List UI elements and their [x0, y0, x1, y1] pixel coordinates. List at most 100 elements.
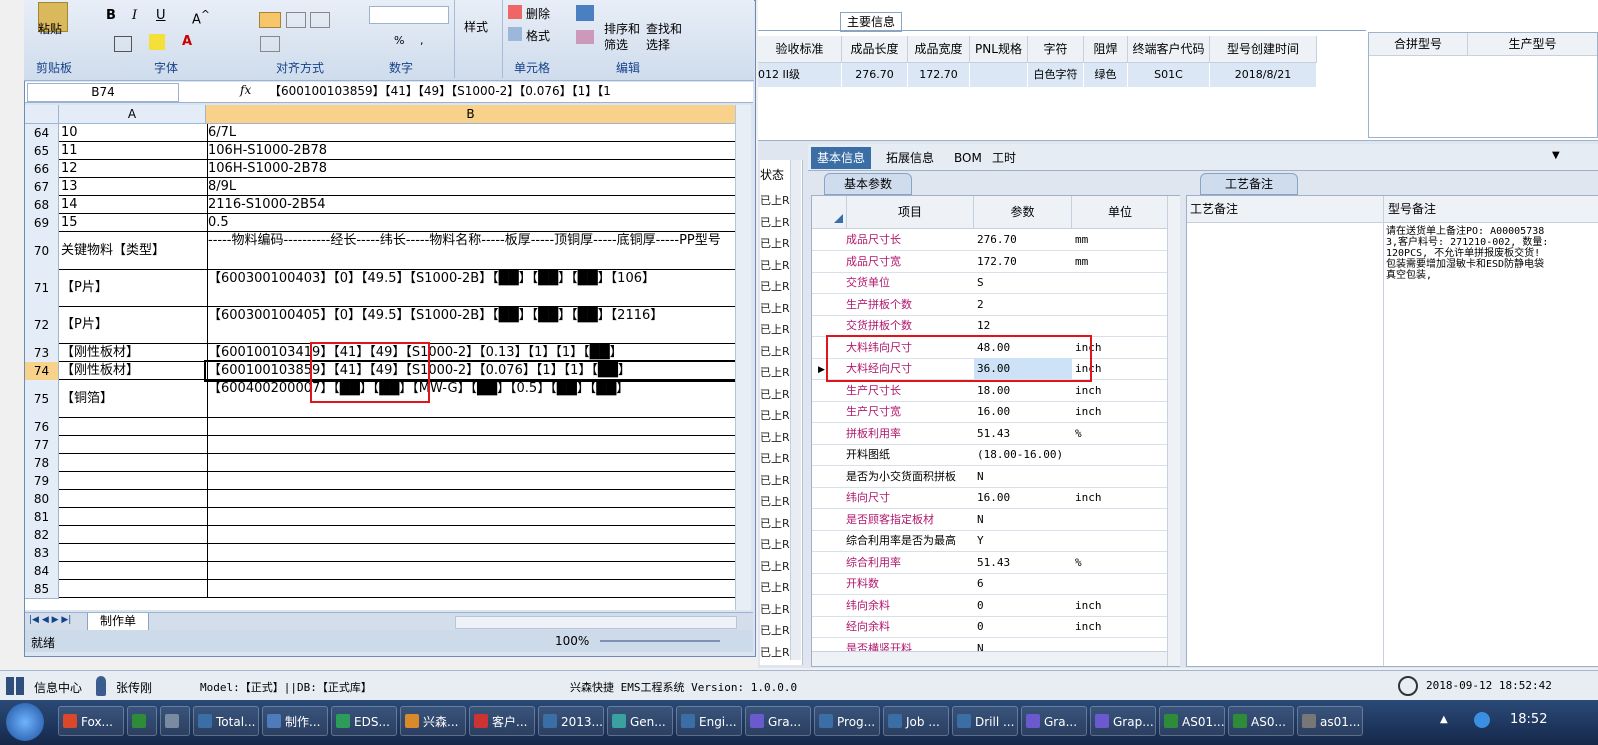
param-value[interactable]: 172.70	[974, 251, 1072, 272]
taskbar-item[interactable]: AS0...	[1228, 706, 1294, 736]
taskbar-item[interactable]	[127, 706, 157, 736]
param-value[interactable]: (18.00-16.00)	[974, 444, 1072, 465]
percent-icon[interactable]: %	[394, 34, 404, 47]
format-button[interactable]: 格式	[526, 27, 550, 44]
row-header[interactable]: 81	[25, 508, 59, 527]
param-row[interactable]: 生产拼板个数 2	[812, 294, 1167, 316]
row-header[interactable]: 85	[25, 580, 59, 599]
cell-b[interactable]	[206, 580, 736, 598]
row-header[interactable]: 84	[25, 562, 59, 581]
cell-a[interactable]: 12	[59, 160, 208, 178]
tab-extended-info[interactable]: 拓展信息	[880, 147, 940, 169]
cell-b[interactable]: 【600100103859】【41】【49】【S1000-2】【0.076】【1…	[204, 360, 738, 382]
param-row[interactable]: 纬向尺寸 16.00 inch	[812, 487, 1167, 509]
param-value[interactable]: 16.00	[974, 401, 1072, 422]
sheet-tab[interactable]: 制作单	[87, 613, 149, 631]
cell-a[interactable]	[59, 418, 208, 436]
row-header[interactable]: 73	[25, 344, 59, 363]
param-value[interactable]: 16.00	[974, 487, 1072, 508]
param-row[interactable]: 开料图纸 (18.00-16.00)	[812, 444, 1167, 466]
param-row[interactable]: 是否顾客指定板材 N	[812, 509, 1167, 531]
clear-icon[interactable]	[576, 30, 594, 44]
cell-a[interactable]	[59, 544, 208, 562]
param-value[interactable]: 0	[974, 616, 1072, 637]
param-row[interactable]: 成品尺寸宽 172.70 mm	[812, 251, 1167, 273]
tab-bom[interactable]: BOM	[948, 147, 988, 169]
row-header[interactable]: 64	[25, 124, 59, 143]
cell-a[interactable]	[59, 580, 208, 598]
underline-icon[interactable]: U	[156, 8, 166, 23]
fx-icon[interactable]: fx	[240, 83, 251, 97]
cell-a[interactable]: 【P片】	[59, 307, 208, 344]
column-header-b[interactable]: B	[206, 105, 735, 124]
param-value[interactable]: 2	[974, 294, 1072, 315]
start-button[interactable]	[6, 703, 44, 741]
fill-down-icon[interactable]	[576, 5, 594, 21]
style-button[interactable]: 样式	[464, 18, 488, 35]
column-header-a[interactable]: A	[59, 105, 206, 124]
cell-a[interactable]: 10	[59, 124, 208, 142]
main-info-tab[interactable]: 主要信息	[840, 12, 902, 32]
row-header[interactable]: 71	[25, 270, 59, 308]
select-all-corner[interactable]	[25, 105, 59, 124]
taskbar-item[interactable]: Grap...	[1090, 706, 1156, 736]
param-row[interactable]: 开料数 6	[812, 573, 1167, 595]
cell-b[interactable]: 8/9L	[206, 178, 736, 196]
taskbar-item[interactable]: Fox...	[58, 706, 124, 736]
filter-button[interactable]: 筛选	[604, 36, 628, 53]
cell-b[interactable]	[206, 544, 736, 562]
row-header[interactable]: 80	[25, 490, 59, 509]
cell-a[interactable]: 【铜箔】	[59, 380, 208, 418]
taskbar-item[interactable]	[160, 706, 190, 736]
zoom-level[interactable]: 100%	[555, 634, 589, 648]
italic-icon[interactable]: I	[132, 8, 137, 23]
row-header[interactable]: 69	[25, 214, 59, 233]
cell-a[interactable]: 15	[59, 214, 208, 232]
param-value[interactable]: 51.43	[974, 423, 1072, 444]
row-header[interactable]: 76	[25, 418, 59, 437]
cell-b[interactable]	[206, 418, 736, 436]
taskbar-item[interactable]: EDS...	[331, 706, 397, 736]
row-header[interactable]: 79	[25, 472, 59, 491]
row-header[interactable]: 66	[25, 160, 59, 179]
params-scrollbar[interactable]	[1167, 196, 1180, 666]
taskbar-item[interactable]: Gra...	[1021, 706, 1087, 736]
indent-icon[interactable]	[260, 36, 280, 52]
cell-b[interactable]: 【600300100403】【0】【49.5】【S1000-2B】【██】【██…	[206, 270, 736, 307]
param-value[interactable]: N	[974, 509, 1072, 530]
align-right-icon[interactable]	[310, 12, 330, 28]
row-header[interactable]: 83	[25, 544, 59, 563]
param-value[interactable]: 18.00	[974, 380, 1072, 401]
param-row[interactable]: 综合利用率 51.43%	[812, 552, 1167, 574]
taskbar-item[interactable]: Gra...	[745, 706, 811, 736]
cell-a[interactable]	[59, 490, 208, 508]
cell-a[interactable]	[59, 454, 208, 472]
row-header[interactable]: 77	[25, 436, 59, 455]
taskbar-item[interactable]: 制作...	[262, 706, 328, 736]
cell-b[interactable]	[206, 562, 736, 580]
param-row[interactable]: 经向余料 0 inch	[812, 616, 1167, 638]
params-hscrollbar[interactable]	[812, 651, 1167, 666]
row-header[interactable]: 67	[25, 178, 59, 197]
param-row[interactable]: 交货拼板个数 12	[812, 315, 1167, 337]
param-value[interactable]: 276.70	[974, 229, 1072, 250]
sheet-hscrollbar[interactable]	[455, 616, 737, 629]
taskbar-item[interactable]: 2013...	[538, 706, 604, 736]
find-button[interactable]: 查找和	[646, 20, 682, 37]
taskbar-clock[interactable]: 18:52	[1510, 712, 1547, 727]
cell-b[interactable]	[206, 526, 736, 544]
taskbar-item[interactable]: AS01...	[1159, 706, 1225, 736]
grid-icon[interactable]	[6, 677, 24, 695]
tab-worktime[interactable]: 工时	[986, 147, 1022, 169]
row-header[interactable]: 74	[25, 362, 59, 381]
cell-b[interactable]	[206, 508, 736, 526]
cell-b[interactable]	[206, 436, 736, 454]
param-value[interactable]: S	[974, 272, 1072, 293]
cell-b[interactable]: 106H-S1000-2B78	[206, 142, 736, 160]
grow-font-icon[interactable]: A^	[192, 8, 210, 27]
tab-basic-info[interactable]: 基本信息	[811, 147, 872, 169]
row-header[interactable]: 65	[25, 142, 59, 161]
cell-a[interactable]: 【刚性板材】	[59, 362, 208, 380]
row-header[interactable]: 68	[25, 196, 59, 215]
fill-color-icon[interactable]	[149, 34, 165, 50]
